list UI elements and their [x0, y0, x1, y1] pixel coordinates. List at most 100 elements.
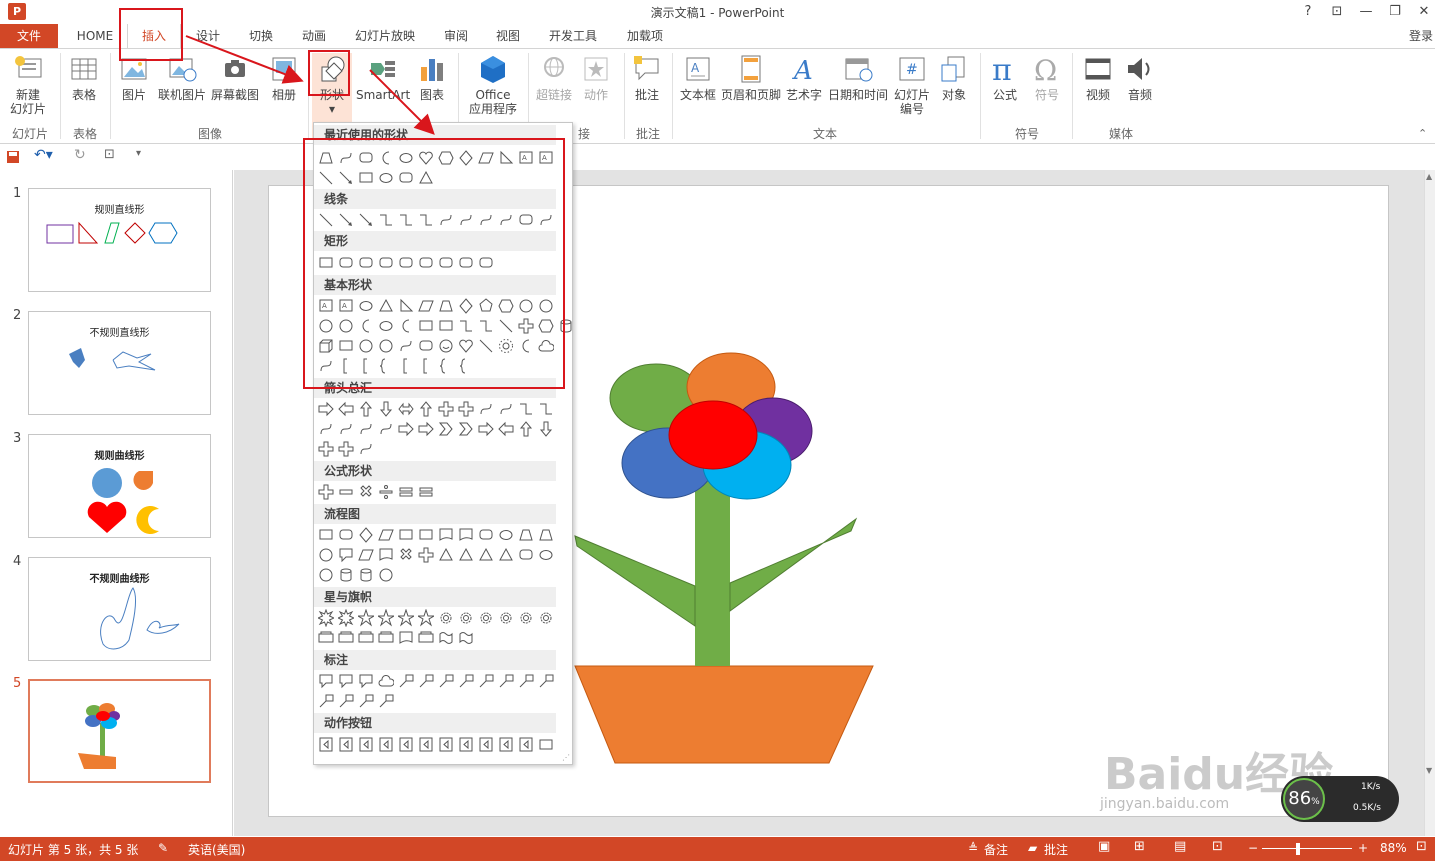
star-shape-icon[interactable]: [418, 609, 434, 627]
chevron-shape-icon[interactable]: [438, 420, 454, 438]
tri-shape-icon[interactable]: [478, 546, 494, 564]
zoom-out-icon[interactable]: −: [1248, 841, 1258, 855]
equal-shape-icon[interactable]: [418, 483, 434, 501]
rect-shape-icon[interactable]: [418, 526, 434, 544]
circ-shape-icon[interactable]: [318, 546, 334, 564]
help-button[interactable]: ?: [1294, 2, 1322, 22]
comments-button[interactable]: 批注: [1044, 841, 1068, 858]
gear-shape-icon[interactable]: [458, 609, 474, 627]
times-shape-icon[interactable]: [398, 546, 414, 564]
darrow-shape-icon[interactable]: [378, 400, 394, 418]
lcallout-shape-icon[interactable]: [438, 672, 454, 690]
tab-addins[interactable]: 加载项: [618, 24, 672, 48]
rarrow-shape-icon[interactable]: [418, 420, 434, 438]
action-shape-icon[interactable]: [418, 736, 434, 754]
notes-button[interactable]: 备注: [984, 841, 1008, 858]
tri-shape-icon[interactable]: [498, 546, 514, 564]
minus-shape-icon[interactable]: [338, 483, 354, 501]
notes-icon[interactable]: ≜: [968, 841, 978, 855]
chart-button[interactable]: 图表: [412, 53, 452, 102]
close-button[interactable]: ✕: [1410, 2, 1435, 22]
redo-icon[interactable]: ↻: [74, 147, 86, 163]
video-button[interactable]: 视频: [1078, 53, 1118, 102]
wave-shape-icon[interactable]: [438, 629, 454, 647]
textbox-button[interactable]: A 文本框: [678, 53, 718, 102]
cloud-shape-icon[interactable]: [378, 672, 394, 690]
equal-shape-icon[interactable]: [398, 483, 414, 501]
wordart-button[interactable]: A 艺术字: [784, 53, 824, 102]
tab-transitions[interactable]: 切换: [240, 24, 282, 48]
network-speed-widget[interactable]: 86% 1K/s 0.5K/s: [1281, 776, 1399, 822]
larrow-shape-icon[interactable]: [498, 420, 514, 438]
lcallout-shape-icon[interactable]: [418, 672, 434, 690]
action-shape-icon[interactable]: [358, 736, 374, 754]
action-shape-icon[interactable]: [478, 736, 494, 754]
slide-thumbnail-5-selected[interactable]: [28, 679, 211, 783]
cyl-shape-icon[interactable]: [338, 566, 354, 584]
round-shape-icon[interactable]: [338, 526, 354, 544]
lrarrow-shape-icon[interactable]: [398, 400, 414, 418]
elbow-shape-icon[interactable]: [538, 400, 554, 418]
resize-grip-icon[interactable]: ⋰: [562, 753, 570, 762]
rect-shape-icon[interactable]: [398, 526, 414, 544]
round-shape-icon[interactable]: [478, 526, 494, 544]
zoom-slider-thumb[interactable]: [1296, 843, 1300, 855]
collapse-ribbon-icon[interactable]: ⌃: [1418, 127, 1427, 140]
ribbon-display-options-button[interactable]: ⊡: [1323, 2, 1351, 22]
para-shape-icon[interactable]: [358, 546, 374, 564]
comment-button[interactable]: 批注: [628, 53, 666, 102]
callout-shape-icon[interactable]: [318, 672, 334, 690]
slide-thumbnail-1[interactable]: 规则直线形: [28, 188, 211, 292]
lcallout-shape-icon[interactable]: [518, 672, 534, 690]
action-shape-icon[interactable]: [318, 736, 334, 754]
screenshot-button[interactable]: 屏幕截图: [208, 53, 262, 102]
banner-shape-icon[interactable]: [318, 629, 334, 647]
tab-review[interactable]: 审阅: [436, 24, 476, 48]
action-shape-icon[interactable]: [458, 736, 474, 754]
normal-view-icon[interactable]: ▣: [1098, 839, 1110, 854]
lcallout-shape-icon[interactable]: [398, 672, 414, 690]
object-button[interactable]: 对象: [934, 53, 974, 102]
tri-shape-icon[interactable]: [438, 546, 454, 564]
oval-shape-icon[interactable]: [498, 526, 514, 544]
lcallout-shape-icon[interactable]: [498, 672, 514, 690]
plus-shape-icon[interactable]: [418, 546, 434, 564]
banner-shape-icon[interactable]: [338, 629, 354, 647]
vertical-scrollbar[interactable]: ▲ ▼: [1424, 170, 1435, 836]
elbow-shape-icon[interactable]: [518, 400, 534, 418]
circ-shape-icon[interactable]: [378, 566, 394, 584]
action-shape-icon[interactable]: [398, 736, 414, 754]
callout-shape-icon[interactable]: [338, 546, 354, 564]
action-shape-icon[interactable]: [378, 736, 394, 754]
callout-shape-icon[interactable]: [358, 672, 374, 690]
tab-developer[interactable]: 开发工具: [540, 24, 606, 48]
banner-shape-icon[interactable]: [418, 629, 434, 647]
callout-shape-icon[interactable]: [338, 672, 354, 690]
para-shape-icon[interactable]: [378, 526, 394, 544]
save-icon[interactable]: [6, 150, 20, 164]
slide-thumbnail-2[interactable]: 不规则直线形: [28, 311, 211, 415]
slide-number-button[interactable]: # 幻灯片 编号: [892, 53, 932, 116]
smartart-button[interactable]: SmartArt: [356, 53, 410, 102]
round-shape-icon[interactable]: [518, 546, 534, 564]
rarrow-shape-icon[interactable]: [478, 420, 494, 438]
star-shape-icon[interactable]: [378, 609, 394, 627]
new-slide-button[interactable]: 新建 幻灯片: [4, 53, 52, 116]
tab-design[interactable]: 设计: [188, 24, 228, 48]
burst-shape-icon[interactable]: [318, 609, 334, 627]
zoom-level[interactable]: 88%: [1380, 841, 1407, 855]
start-slideshow-icon[interactable]: ⊡: [104, 147, 115, 162]
doc-shape-icon[interactable]: [378, 546, 394, 564]
header-footer-button[interactable]: 页眉和页脚: [720, 53, 782, 102]
rect-shape-icon[interactable]: [318, 526, 334, 544]
darrow-shape-icon[interactable]: [538, 420, 554, 438]
larrow-shape-icon[interactable]: [338, 400, 354, 418]
doc-shape-icon[interactable]: [398, 629, 414, 647]
gear-shape-icon[interactable]: [498, 609, 514, 627]
divide-shape-icon[interactable]: [378, 483, 394, 501]
slide-thumbnail-4[interactable]: 不规则曲线形: [28, 557, 211, 661]
action-shape-icon[interactable]: [338, 736, 354, 754]
slideshow-view-icon[interactable]: ⊡: [1212, 839, 1223, 854]
sign-in-link[interactable]: 登录: [1409, 24, 1433, 48]
uarrow-shape-icon[interactable]: [358, 400, 374, 418]
